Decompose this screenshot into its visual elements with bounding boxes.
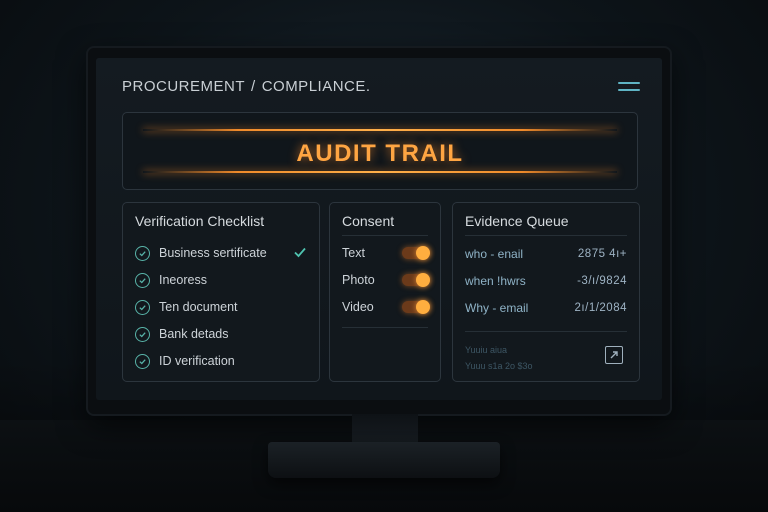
toggle-knob: [416, 300, 430, 314]
banner-glow-bottom: [143, 171, 617, 173]
consent-label: Photo: [342, 273, 375, 287]
evidence-row-value: 2875 4ı+: [577, 248, 627, 260]
checklist-item-label: ID verification: [159, 354, 235, 368]
monitor-stand-base: [268, 442, 500, 478]
check-circle-icon: [135, 353, 150, 369]
divider: [342, 327, 428, 328]
evidence-row-label: Why - email: [465, 301, 529, 315]
audit-trail-banner: AUDIT TRAIL: [122, 112, 638, 190]
toggle-knob: [416, 273, 430, 287]
consent-label: Text: [342, 246, 365, 260]
checklist-item[interactable]: Business sertificate: [135, 243, 267, 263]
screen: PROCUREMENT / COMPLIANCE. AUDIT TRAIL Veri…: [96, 58, 662, 400]
consent-row-video: Video: [342, 297, 430, 317]
page-title: AUDIT TRAIL: [296, 140, 464, 167]
check-circle-icon: [135, 326, 150, 342]
evidence-row-label: who - enail: [465, 247, 524, 261]
evidence-row[interactable]: when !hwrs -3/ı/9824: [465, 272, 627, 290]
checklist-item[interactable]: Bank detads: [135, 324, 229, 344]
consent-label: Video: [342, 300, 374, 314]
checklist-item[interactable]: ID verification: [135, 351, 235, 371]
check-circle-icon: [135, 272, 150, 288]
divider: [342, 235, 428, 236]
check-circle-icon: [135, 299, 150, 315]
checklist-item[interactable]: Ten document: [135, 297, 238, 317]
consent-title: Consent: [342, 213, 395, 229]
check-circle-icon: [135, 245, 150, 261]
external-link-icon[interactable]: [605, 346, 623, 364]
evidence-row[interactable]: who - enail 2875 4ı+: [465, 245, 627, 263]
evidence-footer-line: Yuuiu aiua: [465, 345, 508, 355]
checklist-item-label: Ineoress: [159, 273, 207, 287]
verification-checklist-panel: Verification Checklist Business sertific…: [122, 202, 320, 382]
breadcrumb-separator: /: [251, 78, 256, 95]
breadcrumb: PROCUREMENT / COMPLIANCE.: [122, 78, 371, 95]
hamburger-icon[interactable]: [618, 82, 640, 92]
checklist-item-label: Business sertificate: [159, 246, 267, 260]
banner-glow-top: [143, 129, 617, 131]
evidence-title: Evidence Queue: [465, 213, 569, 229]
checklist-item[interactable]: Ineoress: [135, 270, 207, 290]
evidence-footer-line: Yuuu s1a 2o $3o: [465, 361, 533, 371]
consent-toggle-photo[interactable]: [402, 273, 430, 287]
checklist-item-label: Bank detads: [159, 327, 229, 341]
consent-toggle-text[interactable]: [402, 246, 430, 260]
toggle-knob: [416, 246, 430, 260]
divider: [465, 235, 627, 236]
evidence-row-value: -3/ı/9824: [577, 275, 627, 287]
checkmark-icon: [294, 247, 306, 258]
consent-row-text: Text: [342, 243, 430, 263]
breadcrumb-compliance[interactable]: COMPLIANCE.: [262, 78, 371, 95]
consent-panel: Consent Text Photo Video: [329, 202, 441, 382]
evidence-row-label: when !hwrs: [465, 274, 526, 288]
consent-row-photo: Photo: [342, 270, 430, 290]
monitor: PROCUREMENT / COMPLIANCE. AUDIT TRAIL Veri…: [88, 48, 670, 414]
checklist-title: Verification Checklist: [135, 213, 265, 229]
evidence-row-value: 2ı/1/2084: [574, 302, 627, 314]
evidence-row[interactable]: Why - email 2ı/1/2084: [465, 299, 627, 317]
breadcrumb-procurement[interactable]: PROCUREMENT: [122, 78, 245, 95]
divider: [465, 331, 627, 332]
monitor-stand-neck: [352, 414, 418, 444]
consent-toggle-video[interactable]: [402, 300, 430, 314]
checklist-item-label: Ten document: [159, 300, 238, 314]
evidence-queue-panel: Evidence Queue who - enail 2875 4ı+ when…: [452, 202, 640, 382]
